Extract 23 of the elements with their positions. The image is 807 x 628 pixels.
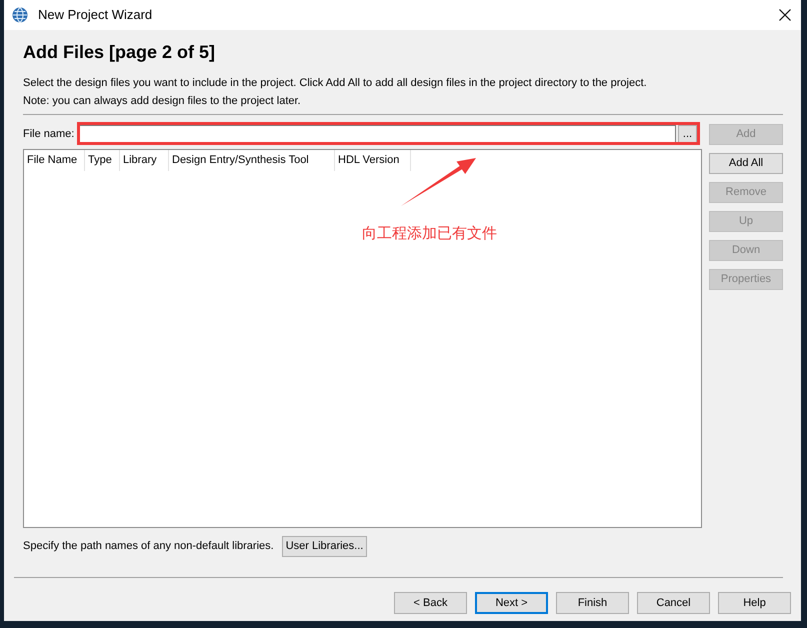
page-heading: Add Files [page 2 of 5]: [23, 41, 216, 64]
column-header[interactable]: Type: [85, 150, 120, 171]
column-header[interactable]: Design Entry/Synthesis Tool: [169, 150, 335, 171]
description-text: Note: you can always add design files to the project later.: [23, 94, 302, 109]
wizard-button[interactable]: Cancel: [637, 592, 710, 614]
user-libraries-button[interactable]: User Libraries...: [282, 536, 368, 557]
globe-icon: [12, 7, 28, 23]
wizard-button[interactable]: < Back: [394, 592, 467, 614]
description-text: Select the design files you want to include in the project. Click Add All to add all design files in the project directory to the project.: [23, 76, 648, 91]
wizard-button[interactable]: Finish: [556, 592, 629, 614]
column-header[interactable]: Library: [120, 150, 169, 171]
column-header[interactable]: HDL Version: [335, 150, 411, 171]
side-button[interactable]: Add All: [709, 153, 783, 174]
annotation-text: 向工程添加已有文件: [362, 223, 497, 243]
wizard-button[interactable]: Next >: [475, 592, 548, 614]
file-name-label: File name:: [23, 126, 76, 142]
libraries-hint: Specify the path names of any non-default libraries.: [23, 539, 274, 554]
close-icon: [779, 9, 791, 21]
column-header[interactable]: File Name: [24, 150, 85, 171]
wizard-button[interactable]: Help: [718, 592, 791, 614]
window-title: New Project Wizard: [38, 6, 152, 24]
file-name-field[interactable]: [78, 125, 676, 143]
browse-button[interactable]: ...: [678, 125, 697, 143]
